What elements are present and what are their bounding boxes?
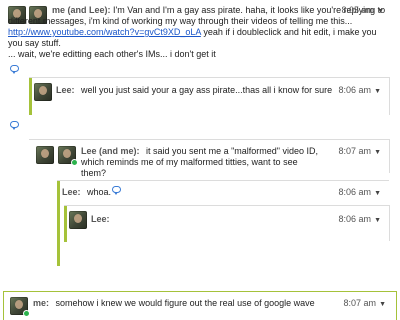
blip-time[interactable]: 8:07 am ▼ (339, 146, 381, 156)
thread-divider (389, 205, 390, 241)
user-avatar (34, 83, 52, 101)
thread-divider (389, 139, 390, 173)
blip-author: me (and Lee): (52, 5, 111, 15)
user-avatar (10, 297, 30, 317)
blip-author: Lee: (62, 187, 81, 197)
blip-time[interactable]: 8:06 am ▼ (339, 214, 381, 224)
reply-bubble-icon[interactable] (112, 186, 121, 195)
chevron-down-icon[interactable]: ▼ (374, 217, 381, 224)
blip-5[interactable]: me: somehow i knew we would figure out t… (6, 293, 396, 320)
thread-divider (29, 139, 389, 140)
chevron-down-icon[interactable]: ▼ (377, 8, 384, 15)
blip-author: Lee: (91, 214, 110, 224)
blip-2[interactable]: Lee (and me): it said you sent me a "mal… (34, 142, 389, 178)
blip-text: whoa. (87, 187, 112, 197)
user-avatar (58, 146, 78, 166)
blip-time[interactable]: 8:05 am ▼ (342, 5, 384, 15)
thread-bar (64, 206, 67, 242)
online-dot-icon (23, 310, 30, 317)
user-avatar (36, 146, 54, 164)
chevron-down-icon[interactable]: ▼ (374, 149, 381, 156)
youtube-link[interactable]: http://www.youtube.com/watch?v=gvCt9XD_o… (8, 27, 201, 37)
blip-3[interactable]: Lee: whoa. 8:06 am ▼ (62, 183, 389, 203)
online-dot-icon (71, 159, 78, 166)
thread-bar (29, 78, 32, 115)
blip-text-cont: ... wait, we're editting each other's IM… (8, 49, 216, 59)
blip-0[interactable]: me (and Lee): I'm Van and I'm a gay ass … (0, 0, 400, 60)
reply-bubble-icon[interactable] (10, 65, 19, 74)
blip-text: somehow i knew we would figure out the r… (55, 298, 315, 308)
blip-author: me: (33, 298, 50, 308)
blip-time[interactable]: 8:06 am ▼ (339, 85, 381, 95)
chevron-down-icon[interactable]: ▼ (374, 88, 381, 95)
blip-time[interactable]: 8:07 am ▼ (344, 298, 386, 308)
blip-author: Lee: (56, 85, 75, 95)
thread-divider (57, 180, 389, 181)
chevron-down-icon[interactable]: ▼ (374, 190, 381, 197)
thread-divider (389, 77, 390, 115)
user-avatar (69, 211, 87, 229)
blip-1[interactable]: Lee: well you just said your a gay ass p… (34, 80, 389, 114)
blip-time[interactable]: 8:06 am ▼ (339, 187, 381, 197)
reply-bubble-icon[interactable] (10, 121, 19, 130)
blip-4[interactable]: Lee: 8:06 am ▼ (69, 208, 389, 240)
thread-divider (64, 205, 389, 206)
thread-bar (57, 181, 60, 266)
thread-divider (29, 77, 389, 78)
blip-text: well you just said your a gay ass pirate… (81, 85, 333, 95)
chevron-down-icon[interactable]: ▼ (379, 301, 386, 308)
blip-author: Lee (and me): (81, 146, 140, 156)
